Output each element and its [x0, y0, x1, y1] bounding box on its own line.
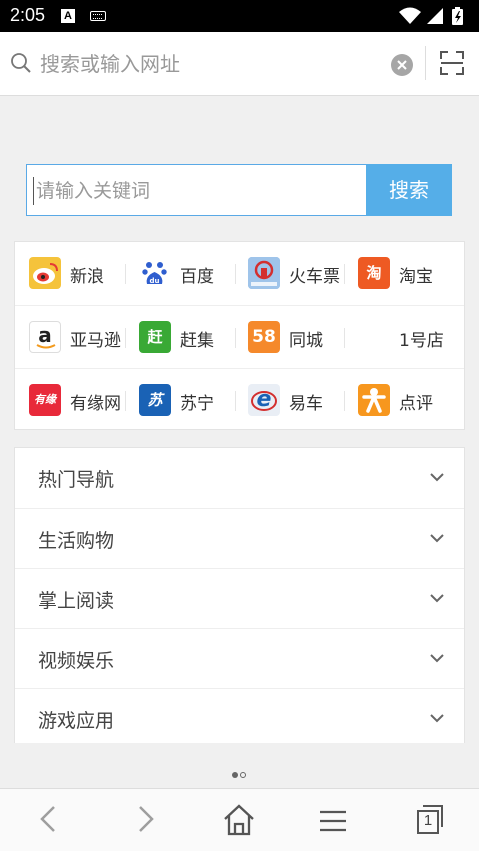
category-label: 视频娱乐	[38, 650, 115, 672]
clear-icon[interactable]	[391, 54, 413, 76]
quick-link-label: 同城	[289, 331, 323, 351]
category-label: 游戏应用	[38, 710, 115, 732]
quick-link-label: 赶集	[180, 331, 214, 351]
suning-icon: 苏	[139, 384, 171, 416]
forward-icon[interactable]	[134, 803, 158, 835]
category-mobile-reading[interactable]: 掌上阅读	[15, 568, 464, 628]
quick-link-label: 易车	[289, 394, 323, 414]
chevron-down-icon	[430, 534, 444, 543]
58-tongcheng-icon: 58	[248, 321, 280, 353]
menu-icon[interactable]	[318, 809, 348, 833]
youyuan-icon: 有缘	[29, 384, 61, 416]
category-life-shopping[interactable]: 生活购物	[15, 508, 464, 568]
chevron-down-icon	[430, 594, 444, 603]
sina-weibo-icon	[29, 257, 61, 289]
quick-link-label: 火车票	[289, 267, 340, 287]
home-icon[interactable]	[222, 803, 256, 837]
url-bar	[0, 32, 479, 96]
keyword-search-box: 搜索	[26, 164, 452, 216]
category-label: 生活购物	[38, 530, 115, 552]
search-icon	[11, 53, 31, 73]
quick-links-row: 有缘 有缘网 苏 苏宁 e 易车 点评	[15, 368, 464, 432]
page-dot	[240, 772, 246, 778]
taobao-icon: 淘	[358, 257, 390, 289]
dianping-icon	[358, 384, 390, 416]
quick-link-label: 新浪	[70, 267, 104, 287]
quick-link-label: 点评	[399, 394, 433, 414]
tab-count: 1	[423, 812, 433, 829]
quick-link-taobao[interactable]: 淘 淘宝	[344, 242, 452, 305]
amazon-icon: a	[29, 321, 61, 353]
quick-links-row: 新浪 du 百度 火车票 淘 淘宝	[15, 242, 464, 305]
chevron-down-icon	[430, 714, 444, 723]
quick-links-grid: 新浪 du 百度 火车票 淘 淘宝 a 亚马逊 赶 赶集 58 同城 1号店 有…	[14, 241, 465, 430]
quick-link-label: 1号店	[399, 331, 444, 351]
url-input[interactable]	[40, 48, 380, 80]
cell-signal-icon	[427, 8, 443, 24]
back-icon[interactable]	[36, 803, 60, 835]
quick-link-train-tickets[interactable]: 火车票	[234, 242, 345, 305]
category-hot-nav[interactable]: 热门导航	[15, 448, 464, 508]
quick-link-amazon[interactable]: a 亚马逊	[15, 306, 126, 369]
category-label: 热门导航	[38, 469, 115, 491]
url-bar-divider	[425, 46, 426, 80]
category-video-entertainment[interactable]: 视频娱乐	[15, 628, 464, 688]
quick-link-label: 亚马逊	[70, 331, 121, 351]
category-list: 热门导航 生活购物 掌上阅读 视频娱乐 游戏应用	[14, 447, 465, 743]
keyboard-icon	[90, 11, 106, 21]
quick-link-label: 百度	[180, 267, 214, 287]
status-bar: 2:05 A	[0, 0, 479, 32]
quick-link-label: 有缘网	[70, 394, 121, 414]
baidu-paw-icon: du	[139, 257, 171, 289]
status-time: 2:05	[10, 5, 46, 25]
train-ticket-icon	[248, 257, 280, 289]
status-icons	[399, 7, 463, 25]
quick-link-yihaodian[interactable]: 1号店	[344, 306, 452, 369]
quick-link-yiche[interactable]: e 易车	[234, 369, 345, 432]
tabs-button[interactable]: 1	[416, 805, 444, 835]
category-label: 掌上阅读	[38, 590, 115, 612]
quick-link-dianping[interactable]: 点评	[344, 369, 452, 432]
quick-link-sina[interactable]: 新浪	[15, 242, 126, 305]
battery-charging-icon	[452, 7, 463, 25]
quick-link-youyuan[interactable]: 有缘 有缘网	[15, 369, 126, 432]
scan-icon[interactable]	[440, 51, 464, 75]
yiche-icon: e	[248, 384, 280, 416]
keyword-input[interactable]	[33, 177, 356, 205]
chevron-down-icon	[430, 654, 444, 663]
search-button[interactable]: 搜索	[366, 164, 452, 216]
bottom-toolbar: 1	[0, 788, 479, 851]
chevron-down-icon	[430, 473, 444, 482]
quick-link-58-tongcheng[interactable]: 58 同城	[234, 306, 345, 369]
quick-link-label: 苏宁	[180, 394, 214, 414]
page-dot-active	[232, 772, 238, 778]
category-games-apps[interactable]: 游戏应用	[15, 688, 464, 743]
wifi-icon	[399, 7, 421, 24]
quick-links-row: a 亚马逊 赶 赶集 58 同城 1号店	[15, 305, 464, 369]
quick-link-ganji[interactable]: 赶 赶集	[125, 306, 236, 369]
quick-link-baidu[interactable]: du 百度	[125, 242, 236, 305]
quick-link-suning[interactable]: 苏 苏宁	[125, 369, 236, 432]
svg-text:du: du	[150, 277, 160, 285]
a-notification-icon: A	[61, 9, 75, 23]
page-indicator	[232, 763, 248, 782]
quick-link-label: 淘宝	[399, 267, 433, 287]
ganji-icon: 赶	[139, 321, 171, 353]
